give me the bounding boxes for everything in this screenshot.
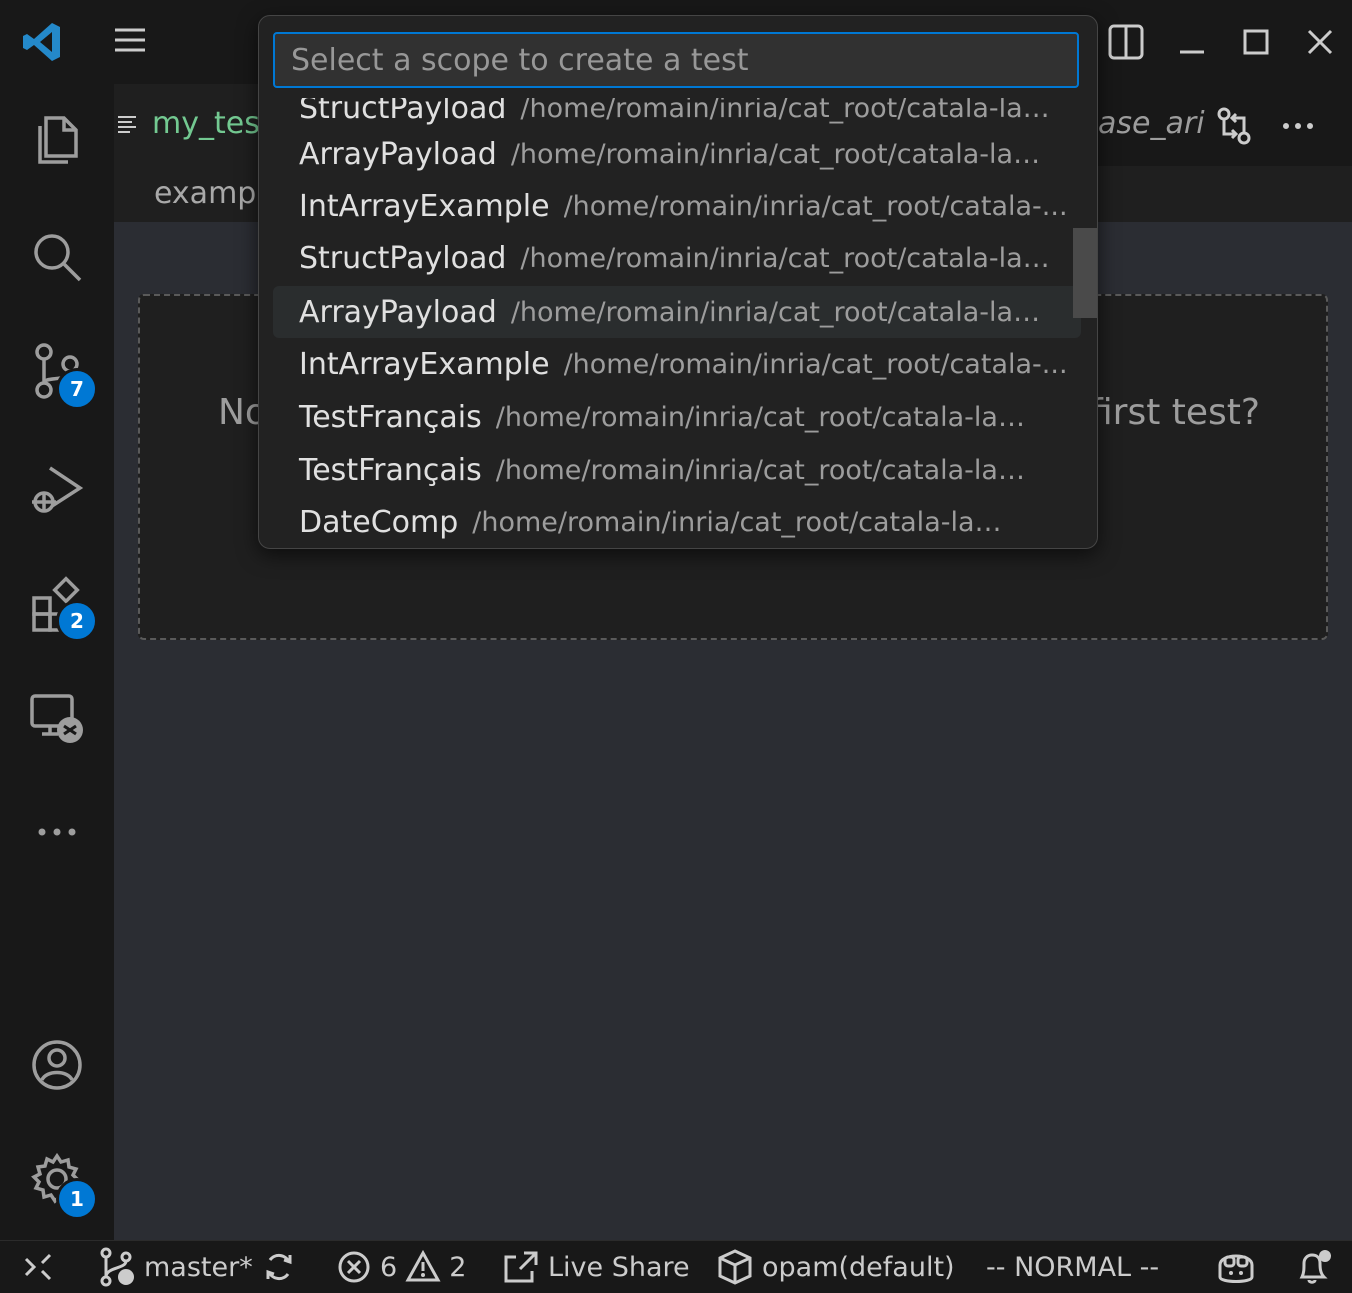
run-debug-icon[interactable] (28, 460, 86, 518)
problems-item[interactable]: 6 2 (336, 1241, 466, 1293)
sync-item[interactable] (262, 1241, 296, 1293)
remote-indicator-icon (24, 1253, 52, 1281)
empty-state-text-right: first test? (1090, 392, 1261, 433)
breadcrumb-item[interactable]: exampl (154, 176, 265, 211)
opam-switch-item[interactable]: opam(default) (716, 1241, 955, 1293)
quick-pick-item[interactable]: StructPayload /home/romain/inria/cat_roo… (273, 232, 1081, 284)
accounts-icon[interactable] (28, 1036, 86, 1094)
package-icon (718, 1249, 752, 1285)
remote-explorer-icon[interactable] (28, 690, 86, 748)
toggle-layout-icon[interactable] (1104, 20, 1148, 64)
maximize-icon[interactable] (1234, 20, 1278, 64)
more-actions-icon[interactable] (1278, 106, 1318, 146)
git-branch-icon (100, 1247, 134, 1287)
quick-pick-item[interactable]: ArrayPayload /home/romain/inria/cat_root… (273, 128, 1081, 180)
quick-pick-item[interactable]: TestFrançais /home/romain/inria/cat_root… (273, 391, 1081, 443)
quick-pick-item[interactable]: IntArrayExample /home/romain/inria/cat_r… (273, 338, 1081, 390)
search-icon[interactable] (28, 228, 86, 286)
settings-badge: 1 (56, 1178, 98, 1220)
quick-pick-item-selected[interactable]: ArrayPayload /home/romain/inria/cat_root… (273, 286, 1081, 338)
notifications-item[interactable] (1294, 1241, 1334, 1293)
error-count: 6 (380, 1251, 398, 1283)
more-icon[interactable] (28, 802, 86, 860)
warning-icon (405, 1249, 441, 1282)
tab-label: my_test (152, 106, 272, 141)
quick-pick-input-box (273, 32, 1079, 88)
compare-changes-icon[interactable] (1214, 106, 1254, 146)
explorer-icon[interactable] (28, 110, 86, 168)
branch-name: master* (144, 1251, 253, 1283)
status-bar: master* 6 2 Live Share opam(default) -- … (0, 1240, 1352, 1293)
tab-fragment-right[interactable]: ase_ari (1098, 106, 1205, 141)
extensions-badge: 2 (56, 600, 98, 642)
scope-search-input[interactable] (275, 34, 1077, 86)
quick-pick-list: StructPayload /home/romain/inria/cat_roo… (259, 98, 1097, 548)
live-share-item[interactable]: Live Share (502, 1241, 690, 1293)
live-share-icon (504, 1251, 538, 1283)
copilot-icon (1218, 1254, 1254, 1283)
git-branch-item[interactable]: master* (98, 1241, 253, 1293)
quick-pick-widget: StructPayload /home/romain/inria/cat_roo… (258, 15, 1098, 549)
quick-pick-item[interactable]: IntArrayExample /home/romain/inria/cat_r… (273, 180, 1081, 232)
file-lines-icon (116, 112, 140, 136)
bell-icon (1299, 1250, 1331, 1284)
remote-indicator[interactable] (20, 1241, 56, 1293)
error-icon (338, 1251, 370, 1283)
quick-pick-item[interactable]: DateComp /home/romain/inria/cat_root/cat… (273, 496, 1081, 548)
sync-icon (266, 1253, 292, 1281)
source-control-badge: 7 (56, 368, 98, 410)
live-share-label: Live Share (548, 1251, 690, 1283)
copilot-item[interactable] (1214, 1241, 1258, 1293)
vscode-logo-icon (20, 20, 64, 64)
activity-bar: 7 2 1 (0, 84, 115, 1240)
vim-mode-indicator: -- NORMAL -- (986, 1251, 1160, 1283)
quick-pick-scrollbar[interactable] (1073, 228, 1097, 318)
quick-pick-item[interactable]: TestFrançais /home/romain/inria/cat_root… (273, 444, 1081, 496)
warning-count: 2 (449, 1251, 467, 1283)
close-icon[interactable] (1298, 20, 1342, 64)
minimize-icon[interactable] (1170, 20, 1214, 64)
menu-icon[interactable] (110, 22, 150, 62)
opam-label: opam(default) (762, 1251, 955, 1283)
